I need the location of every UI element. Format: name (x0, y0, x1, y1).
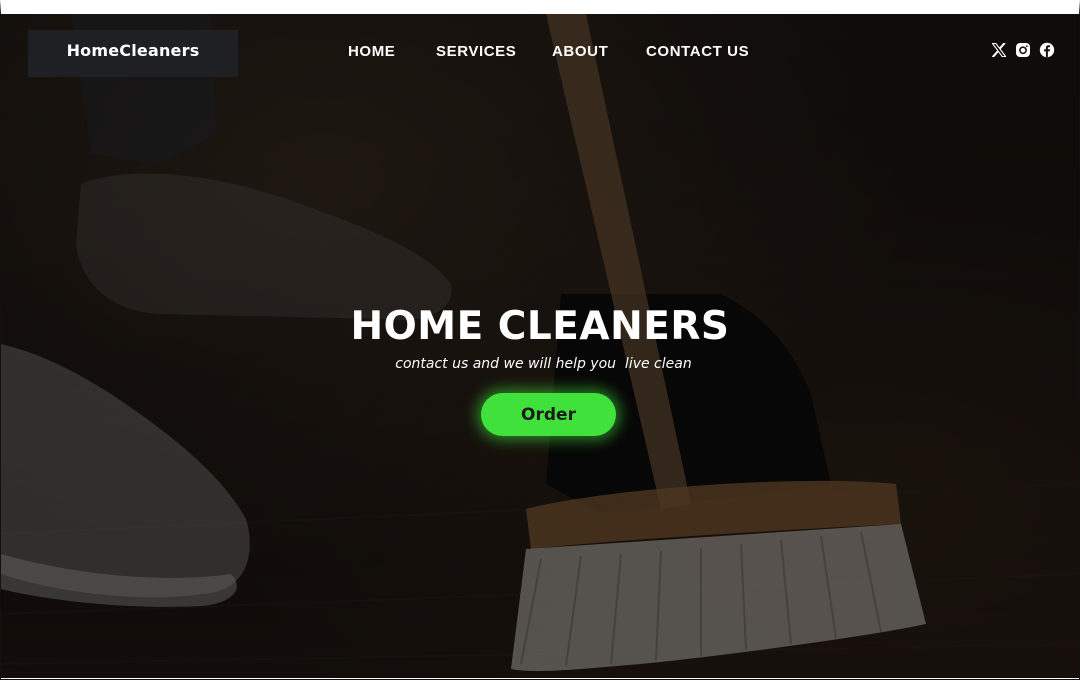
main-nav: HOME SERVICES ABOUT CONTACT US (1, 43, 1079, 63)
hero-subtitle: contact us and we will help you live cle… (395, 356, 692, 372)
nav-services-link[interactable]: SERVICES (436, 43, 516, 60)
x-icon[interactable] (991, 42, 1007, 58)
nav-about-link[interactable]: ABOUT (552, 43, 608, 60)
page-frame: HomeCleaners HOME SERVICES ABOUT CONTACT… (0, 0, 1080, 680)
social-links (991, 42, 1055, 58)
facebook-icon[interactable] (1039, 42, 1055, 58)
nav-home-link[interactable]: HOME (348, 43, 395, 60)
hero-title: HOME CLEANERS (350, 304, 730, 349)
order-button[interactable]: Order (481, 393, 616, 436)
nav-contact-link[interactable]: CONTACT US (646, 43, 749, 60)
instagram-icon[interactable] (1015, 42, 1031, 58)
hero-section: HomeCleaners HOME SERVICES ABOUT CONTACT… (1, 14, 1079, 678)
